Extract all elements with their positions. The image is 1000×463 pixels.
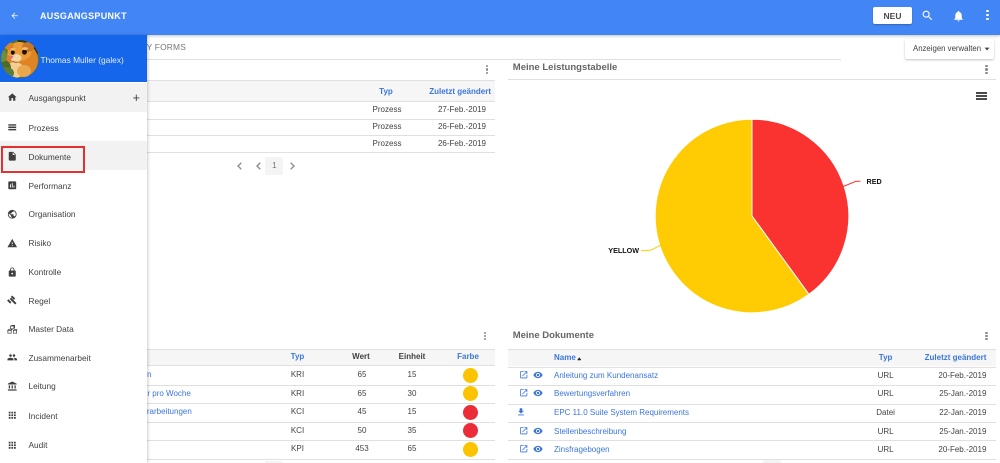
svg-text:YELLOW: YELLOW (608, 246, 639, 255)
svg-text:RED: RED (867, 177, 882, 186)
